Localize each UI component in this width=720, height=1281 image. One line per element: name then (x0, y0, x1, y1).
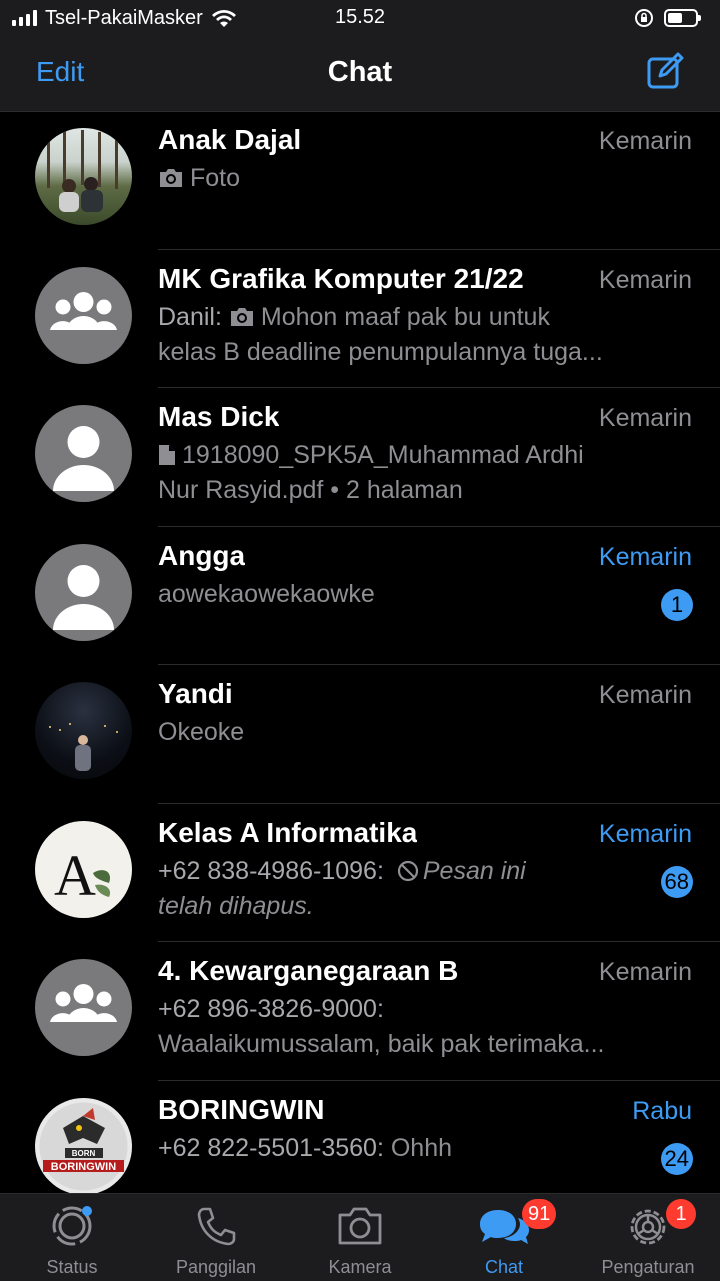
logo-text-top: BORN (72, 1149, 96, 1158)
chat-preview: +62 896-3826-9000: Waalaikumussalam, bai… (158, 995, 605, 1058)
tab-settings[interactable]: 1 Pengaturan (576, 1194, 720, 1281)
phone-icon (197, 1207, 236, 1246)
tab-status[interactable]: Status (0, 1194, 144, 1281)
logo-letter: A (54, 843, 96, 908)
camera-icon (338, 1207, 382, 1245)
group-logo-avatar: BORN BORINGWIN (35, 1097, 132, 1193)
logo-text: BORINGWIN (51, 1161, 116, 1173)
chat-row-mk-grafika[interactable]: MK Grafika Komputer 21/22 Kemarin Danil:… (0, 250, 720, 388)
status-bar: Tsel-PakaiMasker 15.52 (0, 0, 720, 36)
battery-icon (664, 9, 701, 27)
chat-name: Angga (158, 539, 246, 571)
tab-label: Panggilan (175, 1257, 257, 1277)
unread-count-badge: 91 (522, 1199, 557, 1229)
group-logo-avatar: A (35, 820, 132, 918)
chat-preview: aowekaowekaowke (158, 579, 375, 608)
unread-badge: 24 (660, 1142, 693, 1175)
avatar-placeholder (35, 405, 132, 502)
chat-name: MK Grafika Komputer 21/22 (158, 262, 524, 294)
chat-name: 4. Kewarganegaraan B (158, 955, 459, 986)
group-icon (50, 984, 117, 1022)
chat-list: Anak Dajal Kemarin Foto MK Grafika Kompu… (0, 111, 720, 1193)
chat-row-anak-dajal[interactable]: Anak Dajal Kemarin Foto (0, 111, 720, 250)
tab-label: Pengaturan (601, 1257, 695, 1277)
group-avatar (35, 266, 132, 364)
chat-row-yandi[interactable]: Yandi Kemarin Okeoke (0, 665, 720, 804)
tab-bar: Status Panggilan Kamera 91 Chat 1 Pengat… (0, 1193, 720, 1281)
group-avatar (35, 959, 132, 1056)
chat-row-boringwin[interactable]: BORN BORINGWIN BORINGWIN Rabu +62 822-55… (0, 1081, 720, 1193)
chat-preview: Okeoke (158, 718, 245, 746)
camera-icon (230, 307, 253, 326)
chat-name: Yandi (158, 678, 233, 709)
tab-camera[interactable]: Kamera (288, 1194, 432, 1281)
gear-icon (630, 1209, 666, 1245)
chat-time: Rabu (632, 1096, 692, 1125)
deleted-message-icon (397, 860, 418, 881)
avatar-placeholder (35, 543, 132, 641)
chat-time: Kemarin (598, 542, 692, 571)
tab-label: Kamera (328, 1257, 392, 1277)
chat-row-angga[interactable]: Angga Kemarin aowekaowekaowke 1 (0, 527, 720, 665)
person-icon (53, 426, 114, 491)
chat-time: Kemarin (598, 958, 692, 986)
chat-preview: Foto (158, 161, 628, 196)
status-icon (52, 1206, 92, 1246)
unread-badge: 68 (660, 865, 693, 898)
tab-chat[interactable]: 91 Chat (432, 1194, 576, 1281)
avatar-photo (35, 682, 132, 779)
clock: 15.52 (334, 6, 386, 28)
page-title: Chat (327, 56, 393, 88)
chat-time: Kemarin (598, 819, 692, 848)
chat-time: Kemarin (598, 265, 692, 294)
chat-time: Kemarin (598, 681, 692, 709)
group-icon (50, 291, 117, 330)
compose-icon[interactable] (646, 52, 684, 90)
chat-row-kelas-a-informatika[interactable]: A Kelas A Informatika Kemarin +62 838-49… (0, 804, 720, 942)
notification-badge: 1 (666, 1199, 696, 1229)
chat-preview: Danil: Mohon maaf pak bu untuk kelas B d… (158, 302, 603, 366)
document-icon (159, 445, 175, 465)
chat-time: Kemarin (598, 404, 692, 432)
chat-time: Kemarin (598, 127, 692, 155)
tab-calls[interactable]: Panggilan (144, 1194, 288, 1281)
chat-name: Anak Dajal (158, 124, 302, 155)
chat-name: Kelas A Informatika (158, 816, 418, 848)
chat-preview: +62 822-5501-3560: Ohhh (158, 1133, 453, 1162)
orientation-lock-icon (635, 9, 653, 27)
avatar-photo (35, 128, 132, 225)
chat-row-kewarganegaraan-b[interactable]: 4. Kewarganegaraan B Kemarin +62 896-382… (0, 942, 720, 1081)
tab-label: Chat (484, 1257, 524, 1277)
chat-name: Mas Dick (158, 401, 280, 432)
chat-row-mas-dick[interactable]: Mas Dick Kemarin 1918090_SPK5A_Muhammad … (0, 388, 720, 527)
chat-preview: 1918090_SPK5A_Muhammad Ardhi Nur Rasyid.… (158, 441, 584, 504)
chat-preview: +62 838-4986-1096: Pesan ini telah dihap… (158, 856, 526, 920)
navigation-bar: Edit Chat (0, 36, 720, 112)
chat-name: BORINGWIN (158, 1093, 325, 1125)
camera-icon (160, 169, 182, 187)
person-icon (53, 564, 114, 630)
unread-badge: 1 (661, 588, 693, 621)
tab-label: Status (46, 1257, 98, 1277)
